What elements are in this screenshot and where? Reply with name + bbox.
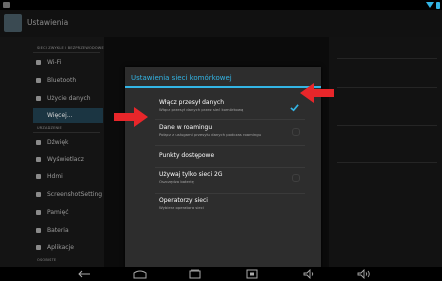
navigation-bar	[0, 267, 442, 281]
settings-app-icon[interactable]	[4, 14, 22, 32]
row-access-points[interactable]: Punkty dostępowe	[125, 146, 321, 167]
home-icon[interactable]	[132, 269, 148, 279]
apps-icon	[36, 245, 41, 250]
row-subtitle: Oszczędza baterię	[159, 179, 194, 184]
sidebar-item-label: Wi-Fi	[47, 59, 62, 66]
data-usage-icon	[36, 96, 41, 101]
sidebar-item-storage[interactable]: Pamięć	[33, 205, 103, 220]
storage-icon	[36, 210, 41, 215]
battery-icon	[36, 228, 41, 233]
sidebar-item-sound[interactable]: Dźwięk	[33, 135, 103, 150]
row-subtitle: Wybierz operatora sieci	[159, 205, 204, 210]
divider	[33, 132, 100, 133]
divider	[337, 87, 437, 88]
sidebar-item-label: Aplikacje	[47, 244, 74, 251]
row-title: Używaj tylko sieci 2G	[159, 171, 223, 178]
row-data-roaming[interactable]: Dane w roamingu Połącz z usługami przesy…	[125, 120, 321, 145]
dialog-title-divider	[125, 86, 321, 88]
wifi-signal-icon	[426, 2, 434, 8]
row-network-operators[interactable]: Operatorzy sieci Wybierz operatora sieci	[125, 194, 321, 218]
battery-icon	[436, 1, 440, 9]
page-title: Ustawienia	[27, 18, 69, 27]
divider	[33, 52, 100, 53]
red-arrow-right-icon	[114, 107, 148, 127]
row-title: Punkty dostępowe	[159, 152, 215, 159]
sidebar-section-device: URZADZENIE	[37, 126, 62, 130]
sidebar-section-wireless: SIECI ZWYKLE I BEZPRZEWODOWE	[37, 46, 104, 50]
checkbox-roaming[interactable]	[292, 128, 300, 136]
sidebar-item-label: Więcej...	[47, 112, 73, 119]
sidebar-item-wifi[interactable]: Wi-Fi	[33, 55, 103, 70]
checkmark-icon[interactable]	[290, 103, 299, 112]
sidebar-item-apps[interactable]: Aplikacje	[33, 240, 103, 255]
row-subtitle: Połącz z usługami przesyłu danych podcza…	[159, 132, 262, 137]
sidebar-item-label: Hdmi	[47, 173, 63, 180]
settings-detail-panel	[329, 37, 442, 267]
sidebar-item-label: ScreenshotSetting	[47, 191, 103, 198]
back-icon[interactable]	[78, 269, 92, 279]
sidebar-item-label: Bluetooth	[47, 77, 77, 84]
dialog-title: Ustawienia sieci komórkowej	[131, 74, 232, 82]
sound-icon	[36, 140, 41, 145]
row-title: Operatorzy sieci	[159, 197, 208, 204]
sidebar-item-bluetooth[interactable]: Bluetooth	[33, 73, 103, 88]
row-title: Dane w roamingu	[159, 124, 213, 131]
hdmi-icon	[36, 174, 41, 179]
volume-up-icon[interactable]	[356, 269, 372, 279]
wifi-icon	[36, 60, 41, 65]
sidebar-item-battery[interactable]: Bateria	[33, 223, 103, 238]
divider	[337, 162, 437, 163]
row-subtitle: Włącz przesył danych przez sieć komórkow…	[159, 107, 244, 112]
sidebar-item-display[interactable]: Wyświetlacz	[33, 152, 103, 167]
row-data-enabled[interactable]: Włącz przesył danych Włącz przesył danyc…	[125, 92, 321, 119]
action-bar: Ustawienia	[0, 10, 442, 37]
red-arrow-left-icon	[300, 83, 334, 103]
recent-apps-icon[interactable]	[188, 269, 202, 279]
notification-icon	[3, 2, 10, 8]
sidebar-item-label: Wyświetlacz	[47, 156, 84, 163]
screenshot-icon[interactable]	[245, 269, 259, 279]
sidebar-section-personal: OSOBISTE	[37, 258, 57, 262]
checkbox-2g-only[interactable]	[292, 174, 300, 182]
row-title: Włącz przesył danych	[159, 99, 225, 106]
sidebar-item-label: Bateria	[47, 227, 69, 234]
volume-down-icon[interactable]	[302, 269, 316, 279]
sidebar-item-screenshot[interactable]: ScreenshotSetting	[33, 187, 103, 202]
mobile-network-settings-dialog: Ustawienia sieci komórkowej Włącz przesy…	[125, 67, 321, 277]
divider	[337, 125, 437, 126]
sidebar-item-label: Dźwięk	[47, 139, 69, 146]
status-bar	[0, 0, 442, 10]
settings-sidebar: SIECI ZWYKLE I BEZPRZEWODOWE Wi-Fi Bluet…	[0, 37, 104, 267]
sidebar-item-hdmi[interactable]: Hdmi	[33, 169, 103, 184]
sidebar-item-label: Użycie danych	[47, 95, 91, 102]
settings-screen: SIECI ZWYKLE I BEZPRZEWODOWE Wi-Fi Bluet…	[0, 37, 442, 277]
divider	[337, 58, 437, 59]
sidebar-item-more[interactable]: Więcej...	[33, 108, 103, 123]
bluetooth-icon	[36, 78, 41, 83]
screenshot-icon	[36, 192, 41, 197]
status-icons	[426, 1, 440, 9]
sidebar-item-data-usage[interactable]: Użycie danych	[33, 91, 103, 106]
display-icon	[36, 157, 41, 162]
row-2g-only[interactable]: Używaj tylko sieci 2G Oszczędza baterię	[125, 168, 321, 193]
sidebar-item-label: Pamięć	[47, 209, 69, 216]
